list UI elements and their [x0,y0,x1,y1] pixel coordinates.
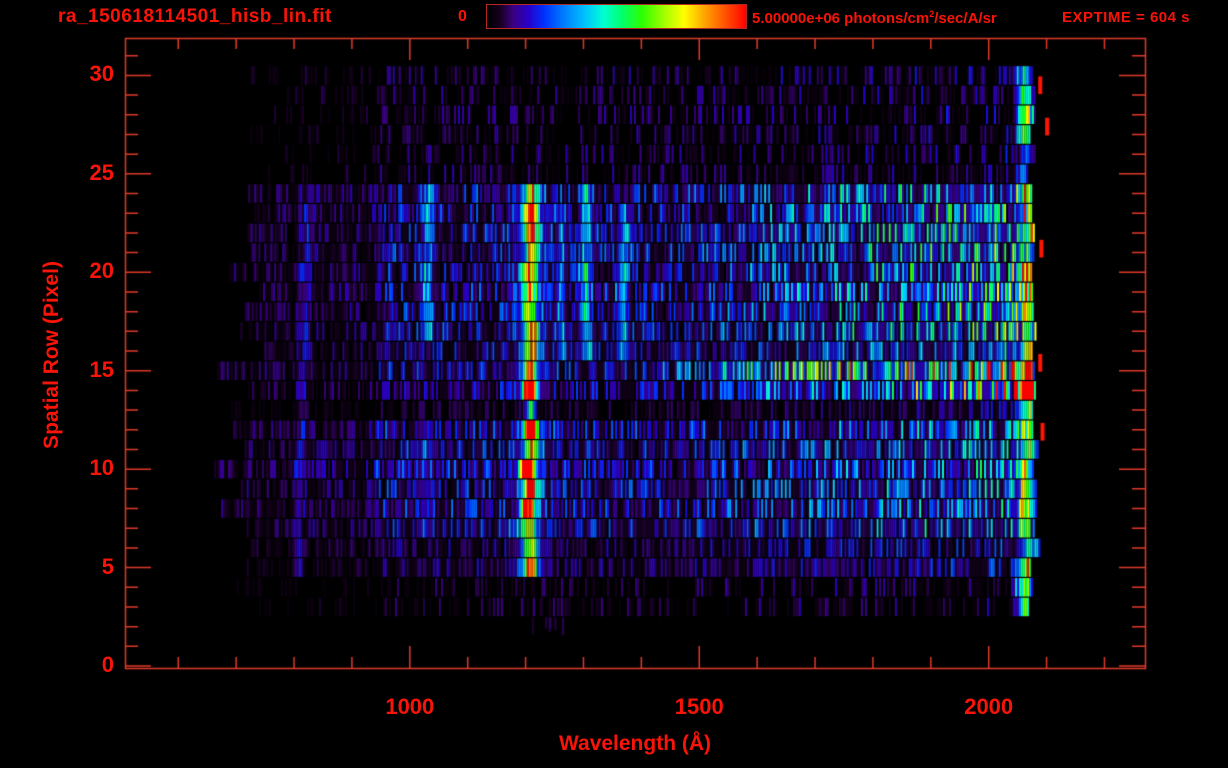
x-axis-title: Wavelength (Å) [558,732,712,755]
y-tick-label: 10 [89,455,114,481]
y-axis-title: Spatial Row (Pixel) [40,261,63,449]
x-tick-label: 2000 [964,694,1014,719]
colorbar-max-value: 5.00000e+06 [752,10,841,27]
y-tick-label: 20 [89,258,114,284]
y-tick-label: 30 [89,61,114,87]
fits-display-window: ra_150618114501_hisb_lin.fit 0 5.00000e+… [0,0,1228,768]
y-tick-label: 15 [89,356,114,382]
file-title: ra_150618114501_hisb_lin.fit [58,6,332,27]
y-tick-label: 25 [89,159,114,185]
colorbar-min-label: 0 [458,8,467,25]
y-tick-label: 5 [101,553,114,579]
intensity-colorbar [486,4,747,29]
x-tick-label: 1000 [385,694,435,719]
colorbar-unit-pre: photons/cm [840,10,930,27]
exptime-label: EXPTIME = 604 s [1062,9,1190,26]
x-tick-label: 1500 [674,694,724,719]
y-tick-label: 0 [101,652,114,678]
colorbar-max-label: 5.00000e+06 photons/cm2/sec/A/sr [752,9,997,27]
spectral-heatmap-canvas [0,0,1228,768]
colorbar-unit-post: /sec/A/sr [934,10,997,27]
